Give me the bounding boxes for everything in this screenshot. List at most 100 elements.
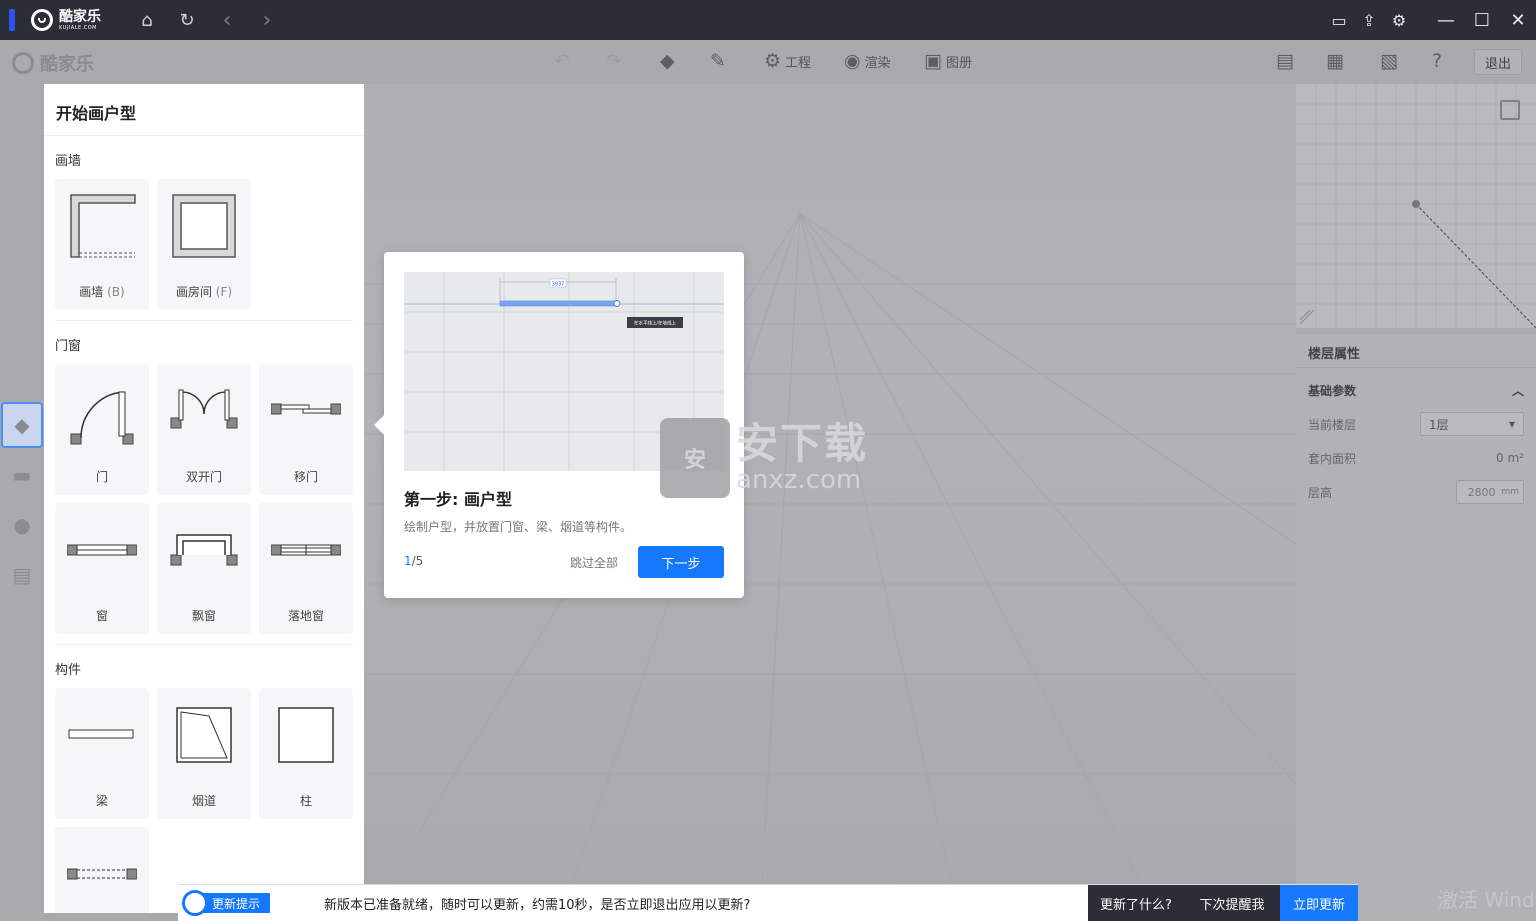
watermark-bag-icon: 安 (660, 418, 730, 498)
undo-button[interactable]: ↶ (554, 50, 574, 72)
virtual-wall-tool[interactable] (55, 827, 149, 913)
bay-window-icon (170, 534, 238, 566)
virtual-wall-icon (67, 868, 137, 880)
rail-user-icon[interactable]: ● (0, 502, 44, 548)
bay-window-tool[interactable]: 飘窗 (157, 503, 251, 634)
settings-icon[interactable]: ⚙ (1384, 0, 1414, 40)
double-door-tool[interactable]: 双开门 (157, 364, 251, 495)
logo-name: 酷家乐 (59, 8, 101, 25)
project-button[interactable]: ⚙ 工程 (764, 50, 811, 72)
beam-icon (68, 729, 134, 739)
window-icon (67, 544, 137, 556)
rail-floorplan-icon[interactable]: ◆ (1, 402, 43, 448)
checklist-icon: ▧ (1380, 50, 1398, 72)
render-button[interactable]: ◉ 渲染 (844, 50, 891, 72)
window-tool[interactable]: 窗 (55, 503, 149, 634)
logo-mark-icon (31, 9, 53, 31)
feedback-icon[interactable]: ▭ (1324, 0, 1354, 40)
preview-tooltip: 在水平线上/在墙线上 (634, 320, 677, 327)
section-label: 画墙 (55, 154, 82, 169)
collapse-icon[interactable]: ︿ (1512, 382, 1524, 399)
area-value: 0 m² (1496, 451, 1524, 465)
forward-icon[interactable]: › (247, 0, 287, 40)
item-label: 飘窗 (191, 609, 216, 623)
minimap[interactable] (1296, 84, 1536, 328)
toolbar-logo-icon (12, 52, 34, 74)
save-button[interactable]: ▦ (1326, 50, 1348, 72)
eraser-icon: ◆ (660, 50, 675, 72)
minimap-toggle-icon[interactable] (1500, 100, 1520, 120)
draw-wall-tool[interactable]: 画墙 (B) (55, 179, 149, 310)
checklist-button[interactable]: ▧ (1380, 50, 1402, 72)
maximize-icon[interactable]: ☐ (1464, 0, 1500, 40)
height-value: 2800 (1467, 485, 1496, 499)
rail-cabinet-icon[interactable]: ▤ (0, 552, 44, 598)
album-icon: ▣ (924, 50, 942, 72)
render-label: 渲染 (864, 55, 891, 71)
update-now-button[interactable]: 立即更新 (1280, 885, 1358, 921)
redo-button[interactable]: ↷ (606, 50, 626, 72)
render-icon: ◉ (844, 50, 861, 72)
door-icon (70, 391, 134, 445)
double-door-icon (170, 389, 238, 429)
redo-icon: ↷ (606, 50, 622, 72)
eraser-button[interactable]: ◆ (660, 50, 679, 72)
height-row: 层高 2800 mm (1296, 475, 1536, 509)
watermark-title: 安下载 (736, 419, 869, 468)
file-icon: ▤ (1276, 50, 1294, 72)
rail-furniture-icon[interactable]: ▬ (0, 452, 44, 498)
app-logo: 酷家乐 KUJIALE.COM (31, 9, 101, 31)
logo-name-en: KUJIALE.COM (59, 24, 97, 31)
height-label: 层高 (1308, 485, 1333, 500)
area-label: 套内面积 (1308, 451, 1357, 466)
exit-button[interactable]: 退出 (1474, 49, 1522, 75)
whats-new-button[interactable]: 更新了什么? (1088, 885, 1184, 921)
drawing-panel: 开始画户型 画墙 画墙 (B) 画房间 (F) 门窗 门 双开门 移门 窗 飘窗… (44, 84, 364, 913)
wrench-icon: ✎ (710, 50, 726, 72)
current-floor-select[interactable]: 1层 ▾ (1420, 412, 1524, 436)
column-icon (278, 707, 334, 763)
height-input[interactable]: 2800 mm (1456, 480, 1524, 504)
door-tool[interactable]: 门 (55, 364, 149, 495)
refresh-icon[interactable]: ↻ (167, 0, 207, 40)
panel-title: 开始画户型 (44, 84, 364, 136)
french-window-tool[interactable]: 落地窗 (259, 503, 353, 634)
album-button[interactable]: ▣ 图册 (924, 50, 972, 72)
skip-all-button[interactable]: 跳过全部 (570, 554, 618, 571)
wall-icon (70, 194, 136, 258)
file-button[interactable]: ▤ (1276, 50, 1298, 72)
back-icon[interactable]: ‹ (207, 0, 247, 40)
area-row: 套内面积 0 m² (1296, 441, 1536, 475)
update-shield-icon (182, 890, 208, 916)
activate-windows-watermark: 激活 Wind (1438, 888, 1535, 912)
left-rail: ◆ ▬ ● ▤ (0, 84, 44, 921)
current-floor-label: 当前楼层 (1308, 417, 1357, 432)
next-step-button[interactable]: 下一步 (638, 546, 724, 578)
remind-later-button[interactable]: 下次提醒我 (1184, 885, 1280, 921)
preview-dimension-label: 3937 (552, 282, 565, 288)
watermark-domain: anxz.com (736, 465, 862, 495)
item-label: 烟道 (191, 794, 216, 808)
guide-title: 第一步: 画户型 (404, 490, 512, 509)
section-label: 构件 (55, 663, 82, 678)
item-shortcut: (F) (215, 285, 233, 299)
item-label: 画房间 (175, 285, 212, 299)
tools-button[interactable]: ✎ (710, 50, 730, 72)
sliding-door-tool[interactable]: 移门 (259, 364, 353, 495)
beam-tool[interactable]: 梁 (55, 688, 149, 819)
flue-tool[interactable]: 烟道 (157, 688, 251, 819)
update-tag-label: 更新提示 (200, 893, 271, 913)
help-button[interactable]: ? (1432, 50, 1446, 72)
draw-room-tool[interactable]: 画房间 (F) (157, 179, 251, 310)
update-tag: 更新提示 (182, 890, 271, 916)
column-tool[interactable]: 柱 (259, 688, 353, 819)
guide-page-current: 1 (404, 554, 412, 568)
share-icon[interactable]: ⇪ (1354, 0, 1384, 40)
minimize-icon[interactable]: — (1428, 0, 1464, 40)
title-accent-strip (9, 9, 15, 31)
close-icon[interactable]: ✕ (1500, 0, 1536, 40)
undo-icon: ↶ (554, 50, 570, 72)
home-icon[interactable]: ⌂ (127, 0, 167, 40)
item-label: 梁 (95, 794, 108, 808)
props-subtitle[interactable]: 基础参数 ︿ (1296, 368, 1536, 407)
